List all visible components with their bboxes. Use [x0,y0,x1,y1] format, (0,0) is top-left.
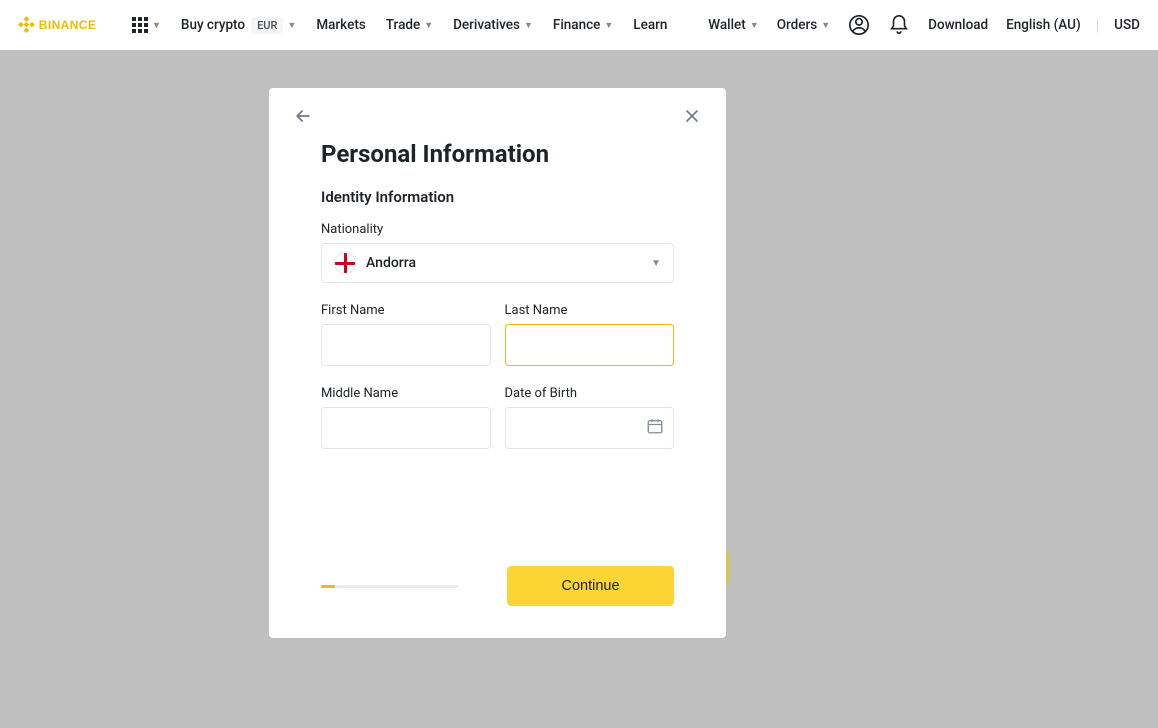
modal-footer: Continue [321,566,674,606]
nav-trade-label: Trade [386,17,420,33]
first-name-field[interactable] [321,324,491,366]
nav-trade[interactable]: Trade ▼ [386,17,433,33]
caret-down-icon: ▼ [651,258,661,269]
progress-bar [321,585,459,588]
nav-finance[interactable]: Finance ▼ [553,17,613,33]
binance-logo-icon: BINANCE [18,14,114,36]
last-name-field[interactable] [505,324,675,366]
modal-title: Personal Information [321,140,674,168]
nationality-label: Nationality [321,222,674,237]
caret-down-icon: ▼ [524,20,533,31]
dob-field[interactable] [505,407,675,449]
caret-down-icon: ▼ [287,20,296,31]
logo-text: BINANCE [39,18,96,32]
nav-left: ▼ Buy crypto EUR ▼ Markets Trade ▼ Deriv… [132,17,667,34]
nav-buy-crypto[interactable]: Buy crypto EUR ▼ [181,17,296,34]
binance-logo[interactable]: BINANCE [18,14,114,36]
nav-derivatives-label: Derivatives [453,17,520,33]
flag-icon [334,252,356,274]
close-button[interactable] [682,106,702,130]
top-nav: BINANCE ▼ Buy crypto EUR ▼ Markets Trade… [0,0,1158,50]
caret-down-icon: ▼ [604,20,613,31]
nav-orders[interactable]: Orders ▼ [777,17,830,33]
middle-name-label: Middle Name [321,386,491,401]
currency-badge: EUR [251,17,283,34]
nav-markets-label: Markets [316,17,365,33]
dob-label: Date of Birth [505,386,675,401]
nav-download[interactable]: Download [928,17,988,33]
first-name-label: First Name [321,303,491,318]
personal-info-modal: Personal Information Identity Informatio… [269,88,726,638]
apps-grid-icon [132,17,148,33]
nav-right: Wallet ▼ Orders ▼ Download English (AU) [708,14,1140,36]
nav-wallet[interactable]: Wallet ▼ [708,17,758,33]
arrow-left-icon [293,106,313,126]
nav-language[interactable]: English (AU) [1006,17,1081,33]
caret-down-icon: ▼ [424,20,433,31]
account-icon[interactable] [848,14,870,36]
nav-download-label: Download [928,17,988,33]
nav-language-label: English (AU) [1006,17,1081,33]
middle-name-field[interactable] [321,407,491,449]
nav-learn[interactable]: Learn [633,17,667,33]
nationality-select[interactable]: Andorra ▼ [321,243,674,283]
nav-wallet-label: Wallet [708,17,746,33]
nav-finance-label: Finance [553,17,600,33]
nav-currency[interactable]: USD [1114,17,1140,33]
caret-down-icon: ▼ [152,20,161,31]
continue-button[interactable]: Continue [507,566,674,606]
nationality-value: Andorra [366,255,651,271]
caret-down-icon: ▼ [750,20,759,31]
nav-markets[interactable]: Markets [316,17,365,33]
nav-derivatives[interactable]: Derivatives ▼ [453,17,533,33]
notification-bell-icon[interactable] [888,14,910,36]
last-name-label: Last Name [505,303,675,318]
separator: ｜ [1091,15,1105,35]
apps-grid-menu[interactable]: ▼ [132,17,161,33]
nav-currency-label: USD [1114,17,1140,33]
back-button[interactable] [293,106,313,130]
section-heading: Identity Information [321,188,674,206]
progress-fill [321,585,335,588]
nav-buy-crypto-label: Buy crypto [181,17,245,33]
close-icon [682,106,702,126]
nav-learn-label: Learn [633,17,667,33]
modal-body: Personal Information Identity Informatio… [269,130,726,449]
nav-orders-label: Orders [777,17,818,33]
caret-down-icon: ▼ [821,20,830,31]
